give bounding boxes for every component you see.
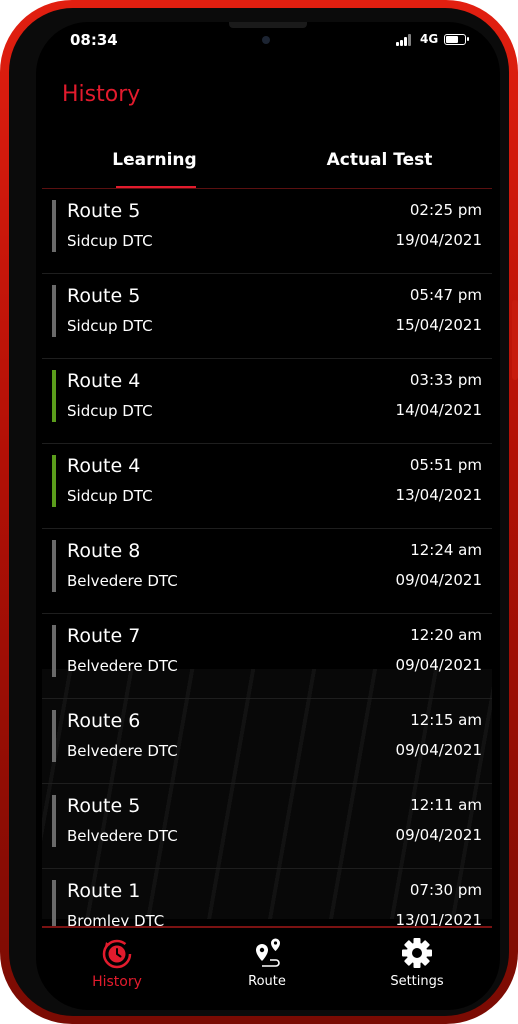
route-name: Route 5 <box>67 285 141 307</box>
app-screen: 08:34 4G History Learning Actual Test Ro… <box>36 22 500 1010</box>
row-time: 12:11 am <box>410 796 482 814</box>
history-row[interactable]: Route 5 Sidcup DTC 05:47 pm 15/04/2021 <box>42 274 492 359</box>
route-name: Route 5 <box>67 795 141 817</box>
row-date: 09/04/2021 <box>395 571 482 589</box>
test-centre: Sidcup DTC <box>67 317 153 335</box>
route-name: Route 1 <box>67 880 141 902</box>
history-row[interactable]: Route 5 Sidcup DTC 02:25 pm 19/04/2021 <box>42 189 492 274</box>
row-date: 14/04/2021 <box>395 401 482 419</box>
phone-bezel: 08:34 4G History Learning Actual Test Ro… <box>9 8 509 1016</box>
route-name: Route 5 <box>67 200 141 222</box>
history-row[interactable]: Route 8 Belvedere DTC 12:24 am 09/04/2021 <box>42 529 492 614</box>
status-marker <box>52 540 56 592</box>
history-row[interactable]: Route 4 Sidcup DTC 03:33 pm 14/04/2021 <box>42 359 492 444</box>
test-centre: Sidcup DTC <box>67 232 153 250</box>
test-centre: Sidcup DTC <box>67 402 153 420</box>
tab-learning[interactable]: Learning <box>42 144 267 188</box>
status-marker <box>52 370 56 422</box>
phone-frame: 08:34 4G History Learning Actual Test Ro… <box>0 0 518 1024</box>
status-marker <box>52 455 56 507</box>
power-button <box>512 300 518 380</box>
test-centre: Belvedere DTC <box>67 572 178 590</box>
route-name: Route 4 <box>67 455 141 477</box>
nav-settings-label: Settings <box>390 974 444 989</box>
history-row[interactable]: Route 7 Belvedere DTC 12:20 am 09/04/2021 <box>42 614 492 699</box>
camera-dot <box>262 36 270 44</box>
history-row[interactable]: Route 4 Sidcup DTC 05:51 pm 13/04/2021 <box>42 444 492 529</box>
nav-history[interactable]: History <box>62 936 172 996</box>
network-type: 4G <box>420 32 439 46</box>
status-marker <box>52 625 56 677</box>
tab-bar: Learning Actual Test <box>42 144 492 189</box>
row-date: 09/04/2021 <box>395 826 482 844</box>
history-clock-icon <box>102 939 132 969</box>
nav-settings[interactable]: Settings <box>362 936 472 996</box>
test-centre: Bromley DTC <box>67 912 165 927</box>
history-row[interactable]: Route 6 Belvedere DTC 12:15 am 09/04/2021 <box>42 699 492 784</box>
test-centre: Belvedere DTC <box>67 827 178 845</box>
signal-icon <box>396 34 412 46</box>
nav-route[interactable]: Route <box>212 936 322 996</box>
battery-level <box>446 36 458 43</box>
row-time: 12:20 am <box>410 626 482 644</box>
nav-history-label: History <box>92 974 142 990</box>
nav-route-label: Route <box>248 974 286 989</box>
notch <box>229 22 307 28</box>
route-name: Route 7 <box>67 625 141 647</box>
history-list[interactable]: Route 5 Sidcup DTC 02:25 pm 19/04/2021 Route… <box>42 189 492 927</box>
status-marker <box>52 710 56 762</box>
row-date: 13/01/2021 <box>395 911 482 927</box>
row-time: 03:33 pm <box>409 371 482 389</box>
battery-icon <box>444 34 469 45</box>
route-name: Route 6 <box>67 710 141 732</box>
row-date: 19/04/2021 <box>395 231 482 249</box>
row-date: 09/04/2021 <box>395 656 482 674</box>
row-time: 05:47 pm <box>409 286 482 304</box>
status-marker <box>52 285 56 337</box>
row-time: 12:15 am <box>410 711 482 729</box>
test-centre: Belvedere DTC <box>67 742 178 760</box>
test-centre: Sidcup DTC <box>67 487 153 505</box>
row-time: 07:30 pm <box>409 881 482 899</box>
gear-icon <box>402 938 432 968</box>
status-time: 08:34 <box>70 31 118 49</box>
row-time: 12:24 am <box>410 541 482 559</box>
history-row[interactable]: Route 1 Bromley DTC 07:30 pm 13/01/2021 <box>42 869 492 927</box>
route-pins-icon <box>256 938 280 967</box>
row-date: 15/04/2021 <box>395 316 482 334</box>
row-time: 05:51 pm <box>409 456 482 474</box>
status-marker <box>52 880 56 927</box>
row-date: 13/04/2021 <box>395 486 482 504</box>
tab-actual-test[interactable]: Actual Test <box>267 144 492 188</box>
history-row[interactable]: Route 5 Belvedere DTC 12:11 am 09/04/2021 <box>42 784 492 869</box>
status-bar: 08:34 4G <box>36 22 500 62</box>
page-title: History <box>62 82 141 107</box>
bottom-navigation: History Route Settings <box>36 928 500 1010</box>
route-name: Route 4 <box>67 370 141 392</box>
status-marker <box>52 200 56 252</box>
row-date: 09/04/2021 <box>395 741 482 759</box>
test-centre: Belvedere DTC <box>67 657 178 675</box>
row-time: 02:25 pm <box>409 201 482 219</box>
status-marker <box>52 795 56 847</box>
route-name: Route 8 <box>67 540 141 562</box>
